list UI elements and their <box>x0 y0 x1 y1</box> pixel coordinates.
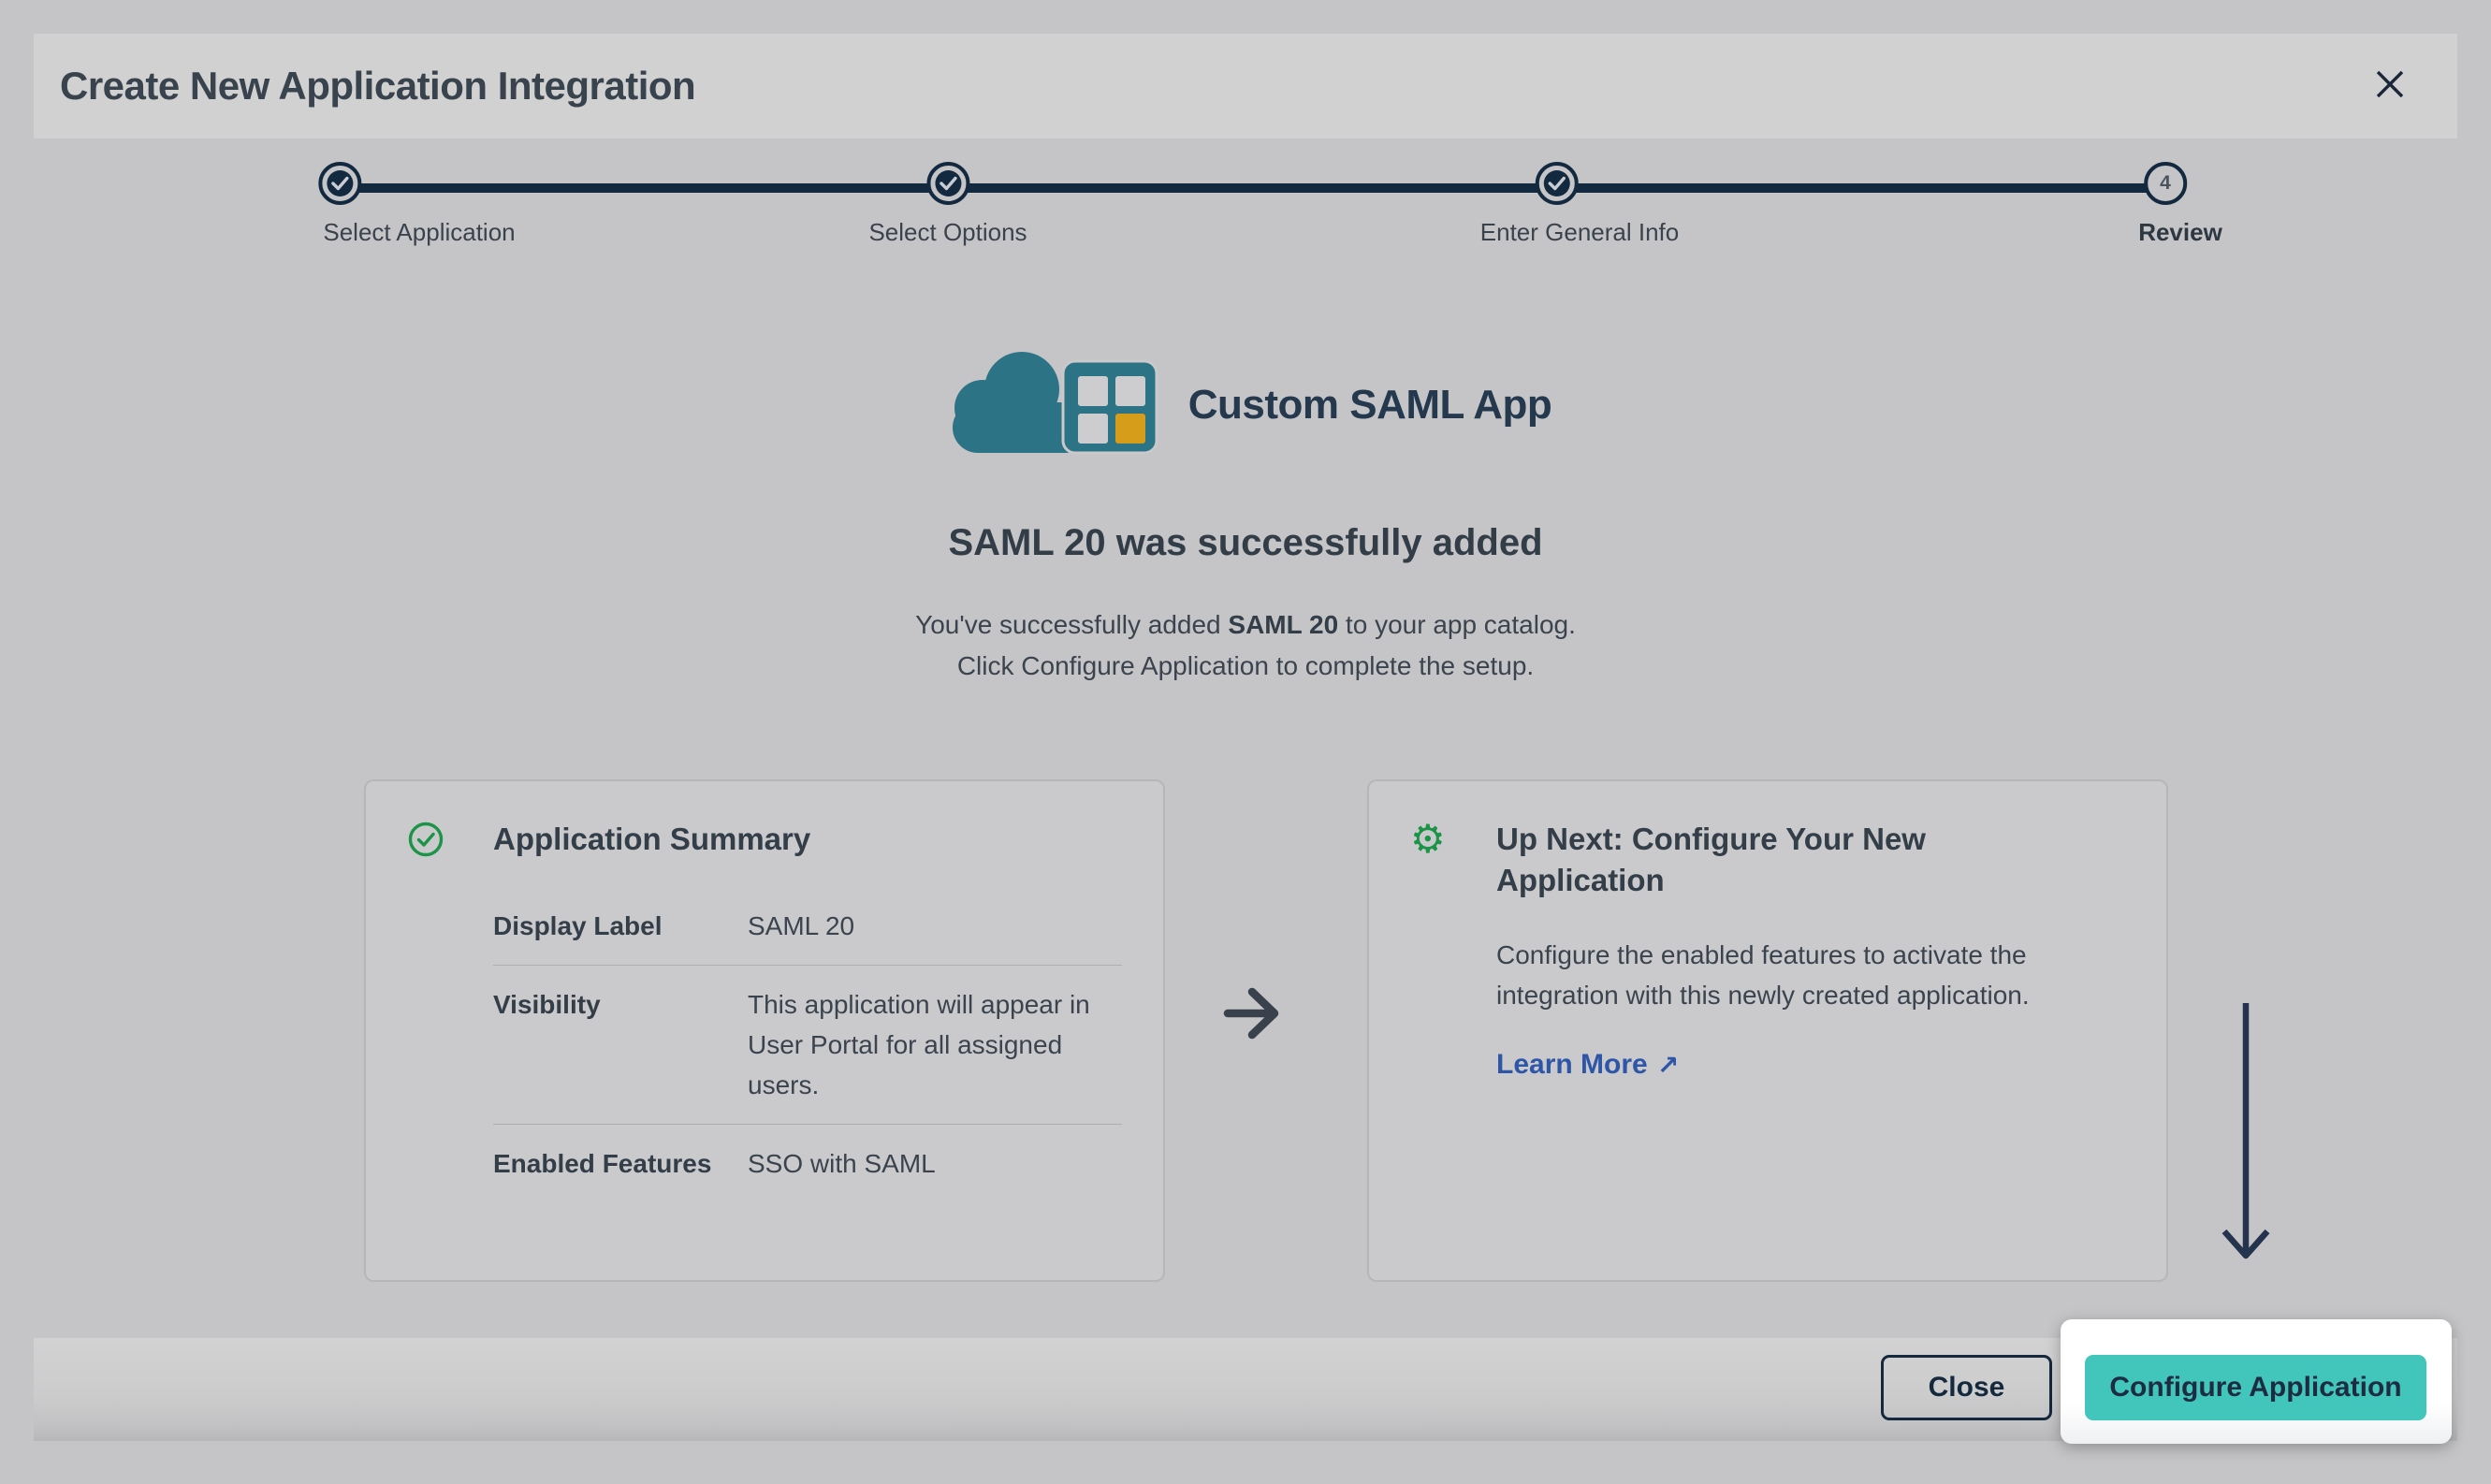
step-number: 4 <box>2160 172 2171 195</box>
step-select-options: Select Options <box>868 162 1027 247</box>
success-check-icon <box>407 819 493 863</box>
external-link-icon: ↗ <box>1657 1050 1679 1081</box>
success-line2: Click Configure Application to complete … <box>957 651 1534 680</box>
summary-card-title: Application Summary <box>493 819 810 860</box>
modal-title: Create New Application Integration <box>60 64 695 109</box>
wizard-stepper: Select Application Select Options Enter … <box>0 145 2491 276</box>
close-button[interactable] <box>2364 58 2416 110</box>
step-enter-general-info: Enter General Info <box>1458 162 1656 247</box>
configure-application-button[interactable]: Configure Application <box>2085 1355 2426 1420</box>
step-label: Select Options <box>868 218 1027 247</box>
success-heading: SAML 20 was successfully added <box>0 522 2491 564</box>
summary-row-visibility: Visibility This application will appear … <box>493 965 1122 1124</box>
modal-header: Create New Application Integration <box>34 34 2457 138</box>
step-complete-icon <box>318 162 361 205</box>
summary-table: Display Label SAML 20 Visibility This ap… <box>493 887 1122 1202</box>
right-arrow-icon <box>1222 984 1286 1047</box>
close-icon <box>2373 67 2407 101</box>
close-modal-button[interactable]: Close <box>1881 1355 2052 1420</box>
step-label: Enter General Info <box>1480 218 1679 247</box>
down-arrow-pointer-icon <box>2216 997 2276 1275</box>
next-card-body: Configure the enabled features to activa… <box>1496 935 2076 1015</box>
summary-row-display-label: Display Label SAML 20 <box>493 887 1122 965</box>
learn-more-link[interactable]: Learn More↗ <box>1496 1049 1679 1081</box>
summary-row-enabled-features: Enabled Features SSO with SAML <box>493 1124 1122 1202</box>
next-card-title: Up Next: Configure Your New Application <box>1496 819 2039 901</box>
gear-icon: ⚙ <box>1410 819 1496 858</box>
application-summary-card: Application Summary Display Label SAML 2… <box>364 779 1165 1282</box>
step-current-icon: 4 <box>2144 162 2187 205</box>
step-review: 4 Review <box>2123 162 2207 247</box>
create-app-integration-modal: Create New Application Integration Selec… <box>0 0 2491 1484</box>
step-label: Select Application <box>323 218 515 247</box>
up-next-card: ⚙ Up Next: Configure Your New Applicatio… <box>1367 779 2168 1282</box>
custom-saml-app-logo-icon <box>940 348 1164 462</box>
app-logo: Custom SAML App <box>0 348 2491 462</box>
success-description: You've successfully added SAML 20 to you… <box>0 604 2491 687</box>
success-line1: You've successfully added SAML 20 to you… <box>915 610 1576 639</box>
stepper-track <box>340 183 2165 193</box>
step-label: Review <box>2138 218 2222 247</box>
app-logo-text: Custom SAML App <box>1188 382 1551 429</box>
step-complete-icon <box>1536 162 1579 205</box>
step-select-application: Select Application <box>243 162 435 247</box>
tour-spotlight: Configure Application <box>2061 1319 2452 1444</box>
step-complete-icon <box>926 162 969 205</box>
